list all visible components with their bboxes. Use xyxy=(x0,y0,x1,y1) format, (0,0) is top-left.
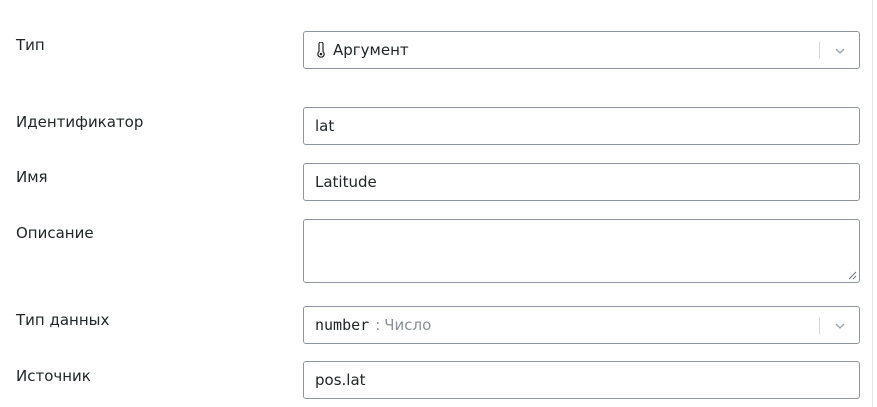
resize-grip-icon[interactable] xyxy=(848,271,857,280)
name-value: Latitude xyxy=(315,173,377,191)
type-value: Аргумент xyxy=(333,41,409,59)
data-type-separator: : xyxy=(375,316,381,334)
identifier-value: lat xyxy=(315,117,335,135)
data-type-label: Тип данных xyxy=(16,311,110,329)
name-input[interactable]: Latitude xyxy=(303,163,860,201)
data-type-code: number xyxy=(315,316,370,334)
select-divider xyxy=(819,42,820,59)
chevron-down-icon[interactable] xyxy=(834,45,846,57)
chevron-down-icon[interactable] xyxy=(834,320,846,332)
identifier-label: Идентификатор xyxy=(16,113,144,131)
description-textarea[interactable] xyxy=(303,219,860,283)
right-divider xyxy=(872,0,873,407)
thermometer-icon xyxy=(317,42,325,58)
name-label: Имя xyxy=(16,168,48,186)
source-value: pos.lat xyxy=(315,371,366,389)
data-type-hint: Число xyxy=(384,316,432,334)
type-select[interactable]: Аргумент xyxy=(303,31,860,69)
description-label: Описание xyxy=(16,224,94,242)
identifier-input[interactable]: lat xyxy=(303,107,860,145)
source-label: Источник xyxy=(16,367,91,385)
type-label: Тип xyxy=(16,36,45,54)
data-type-select[interactable]: number : Число xyxy=(303,306,860,344)
select-divider xyxy=(819,317,820,334)
source-input[interactable]: pos.lat xyxy=(303,361,860,399)
